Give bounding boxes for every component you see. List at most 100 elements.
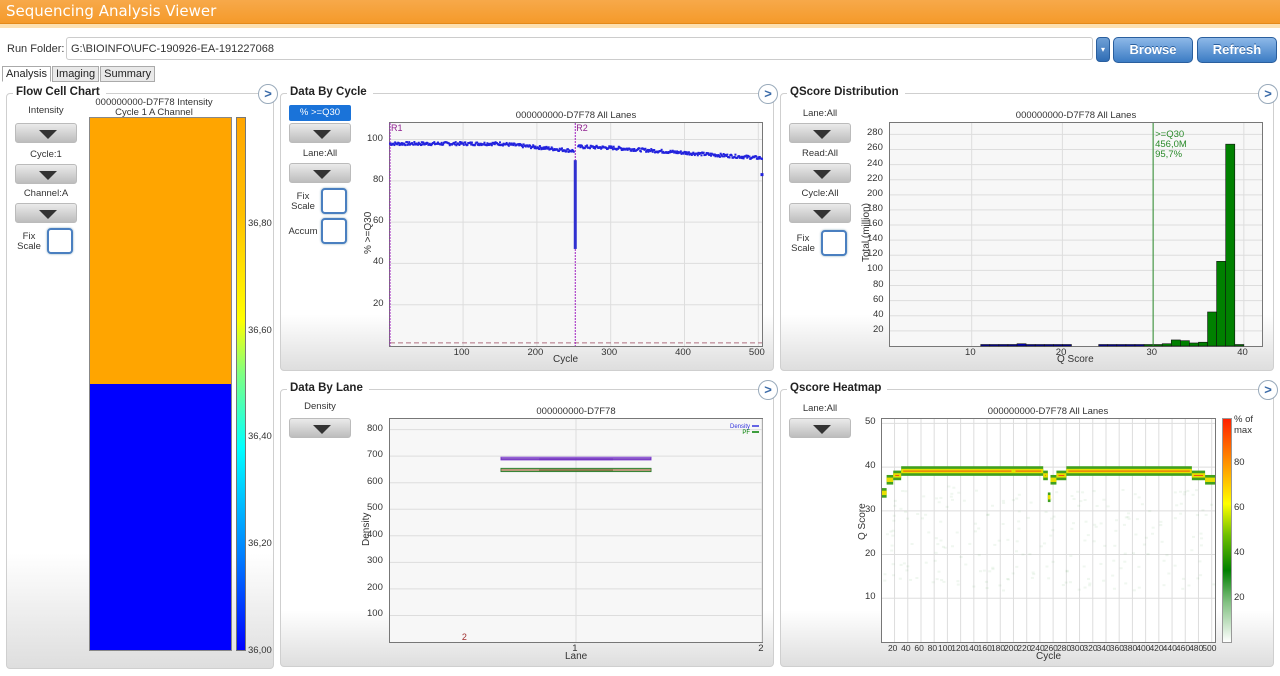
chevron-down-icon: ▾ xyxy=(1100,45,1105,54)
heatmap-cell-faint xyxy=(935,497,939,500)
metric-select-button[interactable]: % >=Q30 xyxy=(289,105,351,121)
heatmap-cell-faint xyxy=(1017,520,1021,523)
tab-imaging[interactable]: Imaging xyxy=(51,66,100,82)
heatmap-cell-faint xyxy=(1144,536,1148,539)
data-point xyxy=(404,144,407,147)
refresh-button[interactable]: Refresh xyxy=(1197,37,1277,63)
metric-dropdown[interactable] xyxy=(289,123,351,143)
heatmap-cell-faint xyxy=(1181,577,1185,580)
lane-dropdown[interactable] xyxy=(289,163,351,183)
heatmap-cell-faint xyxy=(1126,515,1130,518)
heatmap-cell-faint xyxy=(931,581,935,584)
run-folder-dropdown-button[interactable]: ▾ xyxy=(1096,37,1110,62)
metric-dropdown[interactable] xyxy=(15,123,77,143)
fix-scale-checkbox[interactable] xyxy=(821,230,847,256)
heatmap-cell-faint xyxy=(1103,544,1107,547)
heatmap-cell-faint xyxy=(1006,538,1010,541)
heatmap-cell-faint xyxy=(1114,529,1118,532)
data-point xyxy=(565,150,568,153)
heatmap-cell-faint xyxy=(1051,529,1055,532)
browse-button[interactable]: Browse xyxy=(1113,37,1193,63)
flow-cell-swath-top[interactable] xyxy=(90,118,231,384)
data-point xyxy=(728,156,731,159)
x-tick-label: 300 xyxy=(601,347,618,358)
plot-canvas: DensityPF2 xyxy=(390,419,763,642)
x-tick-label: 460 xyxy=(1175,643,1191,653)
heatmap-cell-faint xyxy=(922,495,926,498)
heatmap-cell-faint xyxy=(1113,544,1117,547)
y-tick-label: 300 xyxy=(367,555,383,567)
x-tick-label: 280 xyxy=(1056,643,1072,653)
heatmap-cell-faint xyxy=(893,504,897,507)
data-point xyxy=(473,144,476,147)
qscore-distribution-expand-button[interactable]: > xyxy=(1258,84,1278,104)
app-title: Sequencing Analysis Viewer xyxy=(6,2,217,20)
cycle-dropdown[interactable] xyxy=(15,164,77,184)
heatmap-cell-faint xyxy=(934,537,938,540)
qscore-distribution-plot[interactable]: >=Q30 456,0M 95,7% xyxy=(889,122,1263,347)
heatmap-cell-faint xyxy=(1083,498,1087,501)
heatmap-cell-faint xyxy=(1204,513,1208,516)
flow-cell-swath-bottom[interactable] xyxy=(90,384,231,650)
heatmap-cell-faint xyxy=(1195,514,1199,517)
x-tick-label: 2 xyxy=(758,643,764,654)
channel-dropdown[interactable] xyxy=(15,203,77,223)
flow-cell-expand-button[interactable]: > xyxy=(258,84,278,104)
data-by-lane-panel: Data By Lane Density > 000000000-D7F78 D… xyxy=(280,380,778,667)
x-tick-label: 180 xyxy=(990,643,1006,653)
fix-scale-checkbox[interactable] xyxy=(321,188,347,214)
heatmap-cell-faint xyxy=(1151,526,1155,529)
heatmap-cell-faint xyxy=(977,554,981,557)
heatmap-cell-faint xyxy=(883,579,887,582)
data-by-cycle-plot[interactable]: R1 R2 xyxy=(389,122,764,347)
run-folder-input[interactable] xyxy=(66,37,1093,60)
heatmap-cell-faint xyxy=(904,490,908,493)
cycle-dropdown[interactable] xyxy=(789,203,851,223)
heatmap-cell-faint xyxy=(1092,490,1096,493)
data-point xyxy=(433,141,436,144)
data-point xyxy=(413,141,416,144)
y-tick-label: 260 xyxy=(867,142,883,154)
accum-checkbox[interactable] xyxy=(321,218,347,244)
tab-summary[interactable]: Summary xyxy=(100,66,156,82)
data-by-lane-expand-button[interactable]: > xyxy=(758,380,778,400)
qscore-heatmap-expand-button[interactable]: > xyxy=(1258,380,1278,400)
heatmap-cell-faint xyxy=(883,573,887,576)
heatmap-cell-faint xyxy=(1001,499,1005,502)
heatmap-cell-faint xyxy=(1179,502,1183,505)
heatmap-cell-faint xyxy=(1002,589,1006,592)
qscore-heatmap-title: Qscore Heatmap xyxy=(787,382,888,394)
lane-annotation: 2 xyxy=(462,632,467,642)
y-tick-label: 240 xyxy=(867,157,883,169)
qscore-heatmap-plot[interactable] xyxy=(881,418,1216,643)
heatmap-cell-faint xyxy=(1126,512,1130,515)
x-tick-label: 260 xyxy=(1043,643,1058,653)
heatmap-cell-faint xyxy=(935,578,939,581)
heatmap-cell-faint xyxy=(890,544,894,547)
heatmap-cell-faint xyxy=(1210,503,1214,506)
read-dropdown[interactable] xyxy=(789,163,851,183)
colorbar-tick-label: 60 xyxy=(1234,502,1245,513)
heatmap-cell-faint xyxy=(988,570,992,573)
data-point xyxy=(639,150,642,153)
heatmap-cell-faint xyxy=(899,507,903,510)
histogram-bar xyxy=(1170,339,1181,347)
lane-dropdown[interactable] xyxy=(789,123,851,143)
histogram-bar xyxy=(1234,344,1245,347)
data-by-cycle-expand-button[interactable]: > xyxy=(758,84,778,104)
heatmap-cell-faint xyxy=(972,585,976,588)
title-bar: Sequencing Analysis Viewer xyxy=(0,0,1280,24)
x-tick-label: 20 xyxy=(887,643,898,653)
y-tick-label: 30 xyxy=(865,503,876,515)
fix-scale-checkbox[interactable] xyxy=(47,228,73,254)
data-by-lane-plot[interactable]: Density PF 2 xyxy=(389,418,763,643)
metric-dropdown[interactable] xyxy=(289,418,351,438)
x-tick-label: 1 xyxy=(572,643,578,654)
heatmap-cell-faint xyxy=(1052,515,1056,518)
heatmap-cell-faint xyxy=(1160,540,1164,543)
heatmap-cell-faint xyxy=(1095,505,1099,508)
lane-dropdown[interactable] xyxy=(789,418,851,438)
tab-analysis[interactable]: Analysis xyxy=(2,66,51,82)
x-tick-label: 500 xyxy=(748,347,765,358)
heatmap-cell-faint xyxy=(1077,504,1081,507)
